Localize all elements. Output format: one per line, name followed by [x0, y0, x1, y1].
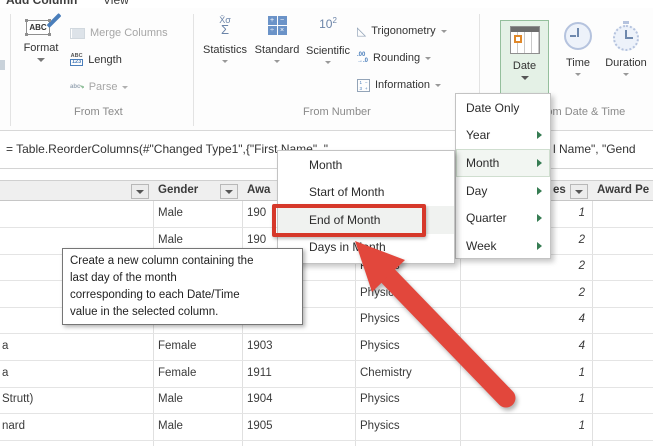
chevron-right-icon [537, 214, 542, 222]
filter-dropdown-icon[interactable] [220, 184, 238, 199]
submenu-item-days-in-month[interactable]: Days in Month [278, 234, 454, 262]
length-abc123-icon: ABC123 [70, 54, 83, 66]
table-row[interactable]: aFemale1911Chemistry1 [0, 361, 653, 388]
standard-button[interactable]: +−÷× Standard [252, 16, 302, 63]
formula-text-right: l Name", "Gend [553, 142, 636, 156]
information-grid-icon: 1−3+ [357, 79, 370, 92]
time-button[interactable]: Time [556, 22, 600, 76]
column-header-award-year[interactable]: Awa [247, 184, 270, 196]
ribbon-tab-strip: Add Column View [0, 0, 653, 8]
date-label: Date [513, 60, 536, 72]
table-row[interactable]: aFemale1903Physics4 [0, 334, 653, 361]
calendar-icon [510, 26, 540, 54]
time-label: Time [566, 57, 590, 69]
information-label: Information [375, 79, 430, 91]
menu-item-year[interactable]: Year [456, 122, 550, 150]
column-header-gender[interactable]: Gender [158, 184, 198, 196]
chevron-down-icon [435, 84, 441, 87]
statistics-button[interactable]: X̄σ Σ Statistics [200, 16, 250, 63]
scientific-button[interactable]: 102 Scientific [303, 16, 353, 64]
format-label: Format [24, 42, 59, 54]
chevron-down-icon [274, 60, 280, 63]
power-query-editor-window: Add Column View ABC Format Merge Columns [0, 0, 653, 446]
length-label: Length [88, 54, 122, 66]
parse-label: Parse [89, 81, 118, 93]
trigonometry-label: Trigonometry [371, 25, 435, 37]
clock-icon [564, 22, 592, 50]
duration-button[interactable]: Duration [601, 22, 651, 76]
rounding-button[interactable]: .00→.0 Rounding [357, 47, 431, 69]
submenu-item-start-of-month[interactable]: Start of Month [278, 179, 454, 207]
duration-label: Duration [605, 57, 647, 69]
chevron-right-icon [537, 131, 542, 139]
parse-icon: abc⤷ [70, 84, 84, 91]
rounding-icon: .00→.0 [357, 52, 368, 64]
group-label-from-text: From Text [74, 106, 123, 118]
chevron-down-icon [623, 73, 629, 76]
chevron-down-icon [425, 57, 431, 60]
triangle-icon: ◺ [357, 25, 366, 37]
tab-view[interactable]: View [103, 0, 129, 7]
group-label-from-number: From Number [303, 106, 371, 118]
clipped-ribbon-button-fragment [0, 60, 5, 70]
filter-dropdown-icon[interactable] [570, 184, 588, 199]
length-button[interactable]: ABC123 Length [70, 49, 122, 71]
stopwatch-icon [613, 25, 639, 51]
parse-button[interactable]: abc⤷ Parse [70, 76, 128, 98]
standard-operators-icon: +−÷× [268, 16, 287, 35]
standard-label: Standard [255, 44, 300, 56]
chevron-down-icon [37, 58, 45, 62]
ribbon: ABC Format Merge Columns ABC123 Length a… [0, 8, 653, 131]
tab-add-column[interactable]: Add Column [6, 0, 77, 7]
chevron-right-icon [537, 242, 542, 250]
date-dropdown-menu: Date Only Year Month Day Quarter Week [455, 93, 551, 259]
rounding-label: Rounding [373, 52, 420, 64]
submenu-item-month[interactable]: Month [278, 151, 454, 179]
merge-columns-button[interactable]: Merge Columns [70, 22, 168, 44]
column-header-award-period[interactable]: Award Pe [597, 184, 649, 196]
column-header-prizes-fragment[interactable]: es [553, 184, 566, 196]
merge-columns-label: Merge Columns [90, 27, 168, 39]
menu-item-day[interactable]: Day [456, 177, 550, 205]
scientific-label: Scientific [306, 45, 350, 57]
chevron-down-icon [441, 30, 447, 33]
chevron-right-icon [537, 159, 542, 167]
chevron-down-icon [122, 86, 128, 89]
chevron-down-icon [521, 76, 529, 80]
menu-item-month[interactable]: Month [456, 149, 550, 177]
filter-dropdown-icon[interactable] [131, 184, 149, 199]
group-divider [193, 14, 194, 126]
chevron-right-icon [537, 187, 542, 195]
merge-columns-icon [70, 28, 85, 39]
chevron-down-icon [575, 73, 581, 76]
ten-squared-icon: 102 [319, 16, 337, 31]
format-button[interactable]: ABC Format [17, 14, 65, 62]
group-divider [10, 14, 11, 126]
table-row[interactable]: Strutt)Male1904Physics1 [0, 387, 653, 414]
information-button[interactable]: 1−3+ Information [357, 74, 441, 96]
chevron-down-icon [222, 60, 228, 63]
date-button[interactable]: Date [500, 20, 549, 100]
format-abc-pencil-icon: ABC [26, 14, 56, 36]
table-row[interactable]: nardMale1905Physics1 [0, 414, 653, 441]
statistics-label: Statistics [203, 44, 247, 56]
chevron-down-icon [325, 61, 331, 64]
annotation-highlight-box [272, 204, 426, 237]
menu-item-week[interactable]: Week [456, 232, 550, 260]
statistics-sigma-icon: X̄σ Σ [219, 16, 231, 34]
trigonometry-button[interactable]: ◺ Trigonometry [357, 20, 447, 42]
menu-item-quarter[interactable]: Quarter [456, 205, 550, 233]
end-of-month-tooltip: Create a new column containing the last … [62, 248, 303, 325]
menu-item-date-only[interactable]: Date Only [456, 94, 550, 122]
